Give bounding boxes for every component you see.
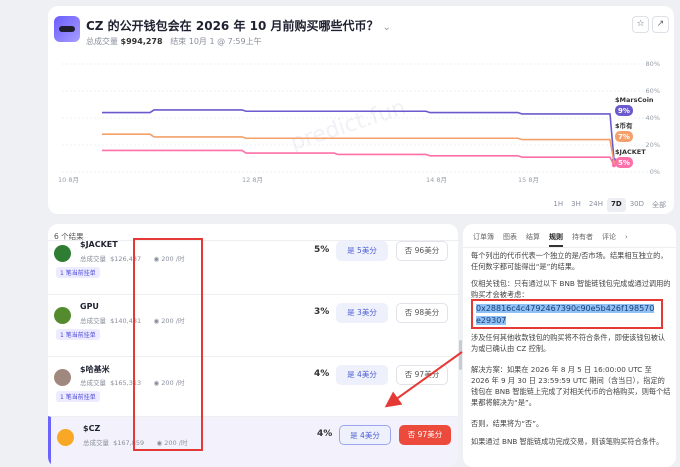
- range-option-30d[interactable]: 30D: [626, 198, 648, 212]
- outcome-probability: 3%: [314, 307, 330, 317]
- rules-para-2: 仅相关钱包：只有通过以下 BNB 智能链钱包完成或通过调用的购买才会被考虑：: [471, 279, 671, 299]
- outcome-name: $JACKET: [80, 240, 118, 249]
- price-chart: predict.fun 10 8月 12 8月 14 8月 15 8月 0% 20% 40…: [58, 60, 660, 184]
- buy-no-button[interactable]: 否 97美分: [399, 425, 451, 445]
- outcome-probability: 4%: [317, 429, 333, 439]
- open-orders-badge[interactable]: 1 笔当前挂单: [56, 391, 100, 402]
- buy-no-button[interactable]: 否 97美分: [396, 365, 448, 385]
- market-header-card: CZ 的公开钱包会在 2026 年 10 月前购买哪些代币？ ⌄ 总成交量 $99…: [48, 6, 674, 214]
- buy-yes-button[interactable]: 是 4美分: [336, 365, 388, 385]
- time-range-selector: 1H 3H 24H 7D 30D 全部: [549, 198, 670, 212]
- star-icon[interactable]: ☆: [632, 16, 649, 33]
- range-option-7d[interactable]: 7D: [607, 198, 626, 212]
- market-icon: [54, 16, 80, 42]
- range-option-24h[interactable]: 24H: [585, 198, 607, 212]
- panel-tabs: 订单簿 图表 结算 规则 持有者 评论 ›: [463, 230, 676, 248]
- legend-value: 9%: [618, 107, 630, 115]
- tab-评论[interactable]: 评论: [602, 230, 616, 247]
- outcome-avatar: [54, 245, 71, 262]
- legend-name: $MarsCoin: [615, 96, 654, 104]
- series-line: [102, 133, 615, 163]
- rules-para-6: 如果通过 BNB 智能链成功完成交易，则该笔购买符合条件。: [471, 437, 664, 446]
- series-line: [102, 149, 615, 166]
- scrollbar[interactable]: [459, 340, 462, 370]
- outcome-avatar: [54, 369, 71, 386]
- chart-watermark: predict.fun: [288, 95, 409, 156]
- open-orders-badge[interactable]: 1 笔当前挂单: [56, 329, 100, 340]
- y-tick-label: 0%: [650, 168, 660, 176]
- market-title: CZ 的公开钱包会在 2026 年 10 月前购买哪些代币？ ⌄: [86, 19, 391, 33]
- outcome-probability: 4%: [314, 369, 330, 379]
- tab-规则[interactable]: 规则: [549, 230, 563, 247]
- highlight-box-volume: [133, 238, 203, 451]
- chevron-down-icon[interactable]: ⌄: [383, 22, 391, 33]
- outcome-probability: 5%: [314, 245, 330, 255]
- range-option-全部[interactable]: 全部: [648, 198, 670, 212]
- outcome-name: $哈基米: [80, 365, 110, 374]
- share-icon[interactable]: ↗: [652, 16, 669, 33]
- y-tick-label: 40%: [646, 114, 660, 122]
- outcome-name: $CZ: [83, 424, 101, 433]
- legend-value: 7%: [618, 133, 630, 141]
- market-end-date: 结束 10月 1 @ 7:59上午: [170, 37, 262, 46]
- y-tick-label: 20%: [646, 141, 660, 149]
- market-volume: $994,278: [120, 37, 163, 46]
- y-tick-label: 80%: [646, 60, 660, 68]
- x-tick-label: 15 8月: [518, 176, 539, 184]
- outcome-row[interactable]: $JACKET 总成交量 $126,437 ◉ 200 /时 1 笔当前挂单 5…: [48, 240, 458, 294]
- rules-para-4: 解决方案：如果在 2026 年 8 月 5 日 16:00:00 UTC 至 2…: [471, 365, 671, 407]
- outcome-row[interactable]: GPU 总成交量 $140,481 ◉ 200 /时 1 笔当前挂单 3% 是 …: [48, 294, 458, 356]
- rules-para-5: 否则，结果将为“否”。: [471, 419, 544, 428]
- x-tick-label: 10 8月: [58, 176, 79, 184]
- outcome-row[interactable]: $哈基米 总成交量 $165,313 ◉ 200 /时 1 笔当前挂单 4% 是…: [48, 356, 458, 416]
- buy-yes-button[interactable]: 是 4美分: [339, 425, 391, 445]
- chevron-right-icon[interactable]: ›: [625, 230, 628, 247]
- outcomes-card: 6 个结果 $JACKET 总成交量 $126,437 ◉ 200 /时 1 笔…: [48, 224, 458, 467]
- buy-no-button[interactable]: 否 98美分: [396, 303, 448, 323]
- tab-订单簿[interactable]: 订单簿: [473, 230, 494, 247]
- outcome-avatar: [54, 307, 71, 324]
- outcome-name: GPU: [80, 302, 99, 311]
- x-tick-label: 14 8月: [426, 176, 447, 184]
- legend-name: $JACKET: [615, 148, 646, 156]
- open-orders-badge[interactable]: 1 笔当前挂单: [56, 267, 100, 278]
- rules-panel: 订单簿 图表 结算 规则 持有者 评论 › 每个列出的代币代表一个独立的是/否市场。结果相互…: [463, 224, 676, 467]
- outcome-row[interactable]: $CZ 总成交量 $167,859 ◉ 200 /时 4% 是 4美分 否 97…: [48, 416, 458, 467]
- legend-name: $币有: [615, 121, 633, 130]
- tab-持有者[interactable]: 持有者: [572, 230, 593, 247]
- y-tick-label: 60%: [646, 87, 660, 95]
- market-meta: 总成交量 $994,278 结束 10月 1 @ 7:59上午: [86, 37, 262, 46]
- buy-yes-button[interactable]: 是 3美分: [336, 303, 388, 323]
- range-option-1h[interactable]: 1H: [549, 198, 567, 212]
- buy-no-button[interactable]: 否 96美分: [396, 241, 448, 261]
- buy-yes-button[interactable]: 是 5美分: [336, 241, 388, 261]
- range-option-3h[interactable]: 3H: [567, 198, 585, 212]
- rules-para-1: 每个列出的代币代表一个独立的是/否市场。结果相互独立的，任何数字都可能得出“是”…: [471, 251, 668, 271]
- tab-图表[interactable]: 图表: [503, 230, 517, 247]
- legend-value: 5%: [618, 159, 630, 167]
- outcome-avatar: [57, 429, 74, 446]
- wallet-address[interactable]: 0x28816c4c4792467390c90e5b426f198570e293…: [471, 299, 663, 329]
- rules-para-3: 涉及任何其他收款钱包的购买将不符合条件，即使该钱包被认为或已确认由 CZ 控制。: [471, 333, 666, 353]
- tab-结算[interactable]: 结算: [526, 230, 540, 247]
- x-tick-label: 12 8月: [242, 176, 263, 184]
